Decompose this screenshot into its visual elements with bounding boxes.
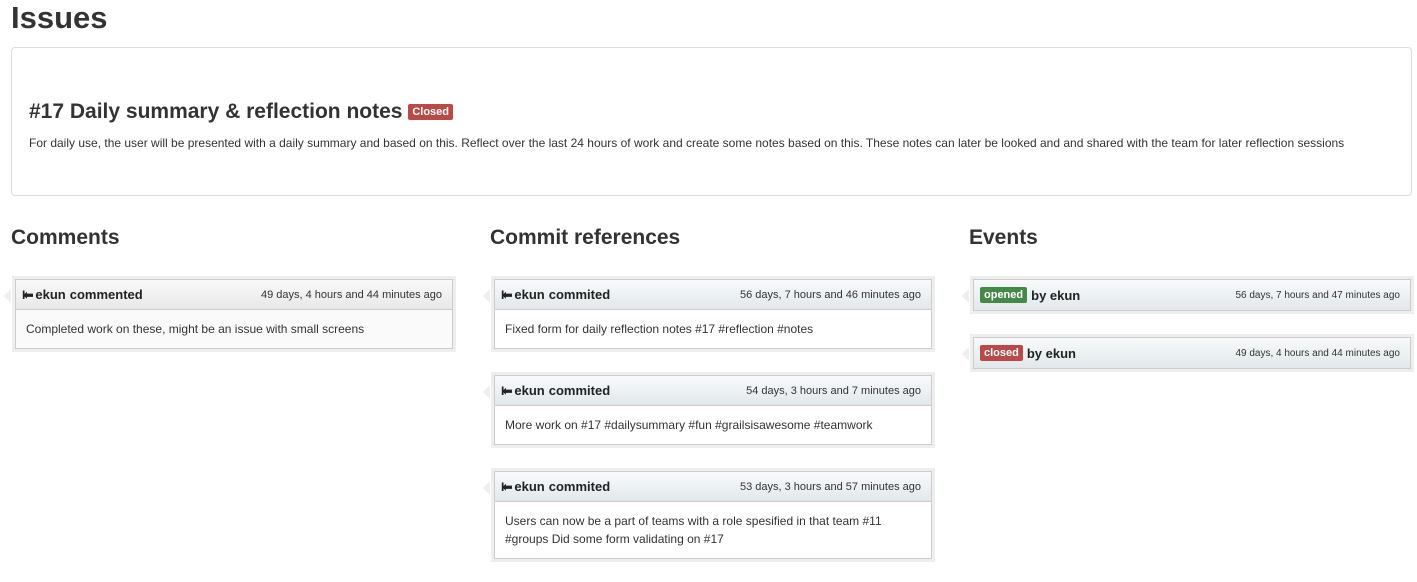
event-time: 56 days, 7 hours and 47 minutes ago [1235,289,1400,301]
issue-title-text: #17 Daily summary & reflection notes [29,100,403,123]
arrow-left-icon: I⬅ [22,287,33,302]
issue-description: For daily use, the user will be presente… [29,136,1345,150]
status-badge: Closed [408,104,454,121]
commit-time: 56 days, 7 hours and 46 minutes ago [739,288,921,301]
event-by: by ekun [1026,345,1076,361]
issue-title: #17 Daily summary & reflection notes Clo… [29,98,1394,126]
events-heading: Events [969,226,1038,249]
commit-time: 53 days, 3 hours and 57 minutes ago [739,480,921,493]
commits-section: Commit references I⬅ ekun commited 56 day… [483,224,935,582]
commit-message: Fixed form for daily reflection notes #1… [495,310,931,348]
comment-text: Completed work on these, might be an iss… [16,310,452,348]
commit-time: 54 days, 3 hours and 7 minutes ago [746,384,921,397]
commit-message: Users can now be a part of teams with a … [495,502,931,558]
commit-action: commited [548,287,611,302]
arrow-left-icon: I⬅ [501,287,512,302]
comment-action: commented [69,287,143,302]
comment-author[interactable]: ekun [35,287,65,302]
event-time: 49 days, 4 hours and 44 minutes ago [1235,347,1400,359]
comments-heading: Comments [11,226,120,249]
commit-action: commited [548,479,611,494]
commit-card: I⬅ ekun commited 56 days, 7 hours and 46 … [483,276,935,352]
commit-message: More work on #17 #dailysummary #fun #gra… [495,406,931,444]
commits-heading: Commit references [490,226,681,249]
commit-card: I⬅ ekun commited 54 days, 3 hours and 7 m… [483,372,935,448]
commit-action: commited [548,383,611,398]
arrow-left-icon: I⬅ [501,479,512,494]
commit-author[interactable]: ekun [514,479,544,494]
comment-time: 49 days, 4 hours and 44 minutes ago [260,288,442,301]
commit-author[interactable]: ekun [514,287,544,302]
commit-card: I⬅ ekun commited 53 days, 3 hours and 57 … [483,468,935,562]
page-title: Issues [11,0,108,35]
event-opened-badge: opened [980,287,1028,303]
event-closed-badge: closed [980,345,1023,361]
comments-section: Comments I⬅ ekun commented 49 days, 4 hou… [4,224,456,372]
arrow-left-icon: I⬅ [501,383,512,398]
events-section: Events opened by ekun 56 days, 7 hours a… [962,224,1414,392]
comment-card: I⬅ ekun commented 49 days, 4 hours and 44… [4,276,456,352]
event-card: closed by ekun 49 days, 4 hours and 44 m… [962,334,1414,372]
event-card: opened by ekun 56 days, 7 hours and 47 m… [962,276,1414,314]
commit-author[interactable]: ekun [514,383,544,398]
issue-panel: #17 Daily summary & reflection notes Clo… [11,47,1412,196]
event-by: by ekun [1031,287,1081,303]
